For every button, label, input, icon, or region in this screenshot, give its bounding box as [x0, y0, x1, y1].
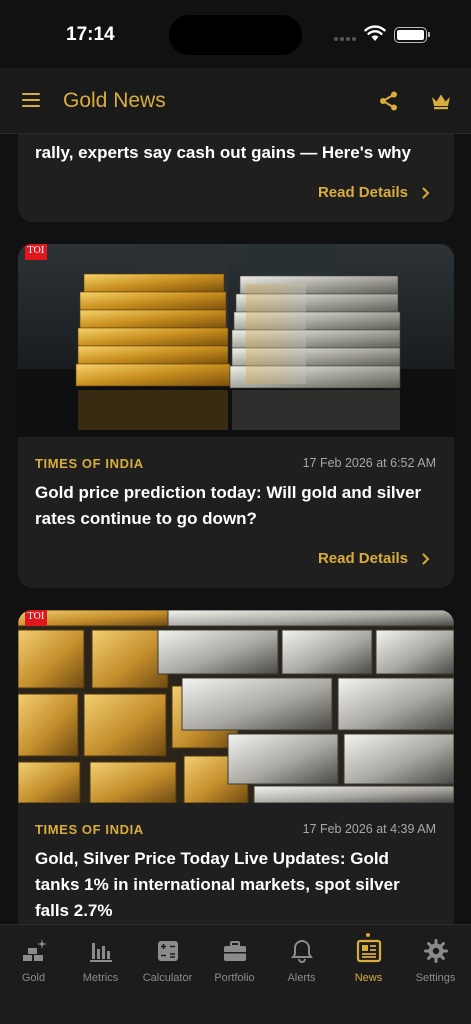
toi-logo: TOI: [25, 610, 47, 626]
hamburger-menu-icon[interactable]: [22, 93, 40, 107]
news-card[interactable]: rally, experts say cash out gains — Here…: [18, 134, 454, 222]
tab-label: Portfolio: [214, 972, 255, 984]
news-source: TIMES OF INDIA: [35, 456, 144, 471]
dynamic-island: [169, 15, 302, 55]
news-source: TIMES OF INDIA: [35, 822, 144, 837]
tab-metrics[interactable]: Metrics: [67, 937, 134, 997]
gear-icon: [423, 939, 448, 963]
tab-label: Gold: [21, 972, 46, 984]
tab-label: Metrics: [82, 972, 119, 984]
crown-icon[interactable]: [430, 92, 452, 110]
active-tab-indicator: [366, 933, 370, 937]
news-meta: TIMES OF INDIA 17 Feb 2026 at 6:52 AM: [35, 456, 436, 474]
gold-sparkle-icon: [22, 939, 47, 961]
newspaper-icon: [356, 939, 381, 963]
wifi-icon: [364, 25, 386, 41]
read-details-button[interactable]: Read Details: [318, 550, 430, 567]
calculator-icon: [157, 941, 178, 961]
tab-calculator[interactable]: Calculator: [134, 937, 201, 997]
tab-portfolio[interactable]: Portfolio: [201, 937, 268, 997]
share-icon[interactable]: [378, 90, 400, 112]
tab-label: News: [354, 972, 383, 984]
read-details-button[interactable]: Read Details: [318, 184, 430, 201]
read-details-label: Read Details: [317, 550, 408, 567]
news-image[interactable]: TOI: [18, 610, 454, 803]
bell-icon: [290, 939, 313, 963]
tab-label: Settings: [415, 972, 456, 984]
read-details-label: Read Details: [317, 184, 408, 201]
news-image[interactable]: TOI: [18, 244, 454, 437]
gold-silver-bars-image: [18, 244, 454, 437]
news-feed[interactable]: rally, experts say cash out gains — Here…: [0, 134, 471, 924]
bar-chart-icon: [89, 943, 112, 962]
tab-alerts[interactable]: Alerts: [268, 937, 335, 997]
news-card[interactable]: TOI TIMES OF INDIA 17 Feb 2026 at 4:39 A…: [18, 610, 454, 924]
news-headline: Gold price prediction today: Will gold a…: [35, 483, 422, 528]
chevron-right-icon: [422, 187, 430, 198]
gold-silver-bars-closeup-image: [18, 610, 454, 803]
page-title: Gold News: [63, 89, 166, 112]
briefcase-icon: [223, 941, 246, 961]
news-meta: TIMES OF INDIA 17 Feb 2026 at 4:39 AM: [35, 822, 436, 840]
battery-icon: [394, 27, 430, 43]
status-time: 17:14: [66, 24, 115, 45]
cellular-signal-icon: [334, 37, 356, 41]
news-headline: rally, experts say cash out gains — Here…: [35, 143, 412, 162]
status-bar: 17:14: [0, 0, 471, 68]
tab-label: Calculator: [142, 972, 193, 984]
tab-gold[interactable]: Gold: [0, 937, 67, 997]
news-date: 17 Feb 2026 at 6:52 AM: [302, 456, 436, 470]
news-headline: Gold, Silver Price Today Live Updates: G…: [35, 849, 400, 920]
app-bar: Gold News: [0, 68, 471, 134]
tab-news[interactable]: News: [335, 933, 402, 997]
chevron-right-icon: [422, 553, 430, 564]
tab-settings[interactable]: Settings: [402, 937, 469, 997]
tab-label: Alerts: [287, 972, 316, 984]
bottom-tab-bar: Gold Metrics Calculator Portfolio Alerts: [0, 924, 471, 1024]
news-card[interactable]: TOI TIMES OF INDIA 17 Feb 2026 at 6:52 A…: [18, 244, 454, 588]
toi-logo: TOI: [25, 244, 47, 260]
news-date: 17 Feb 2026 at 4:39 AM: [302, 822, 436, 836]
